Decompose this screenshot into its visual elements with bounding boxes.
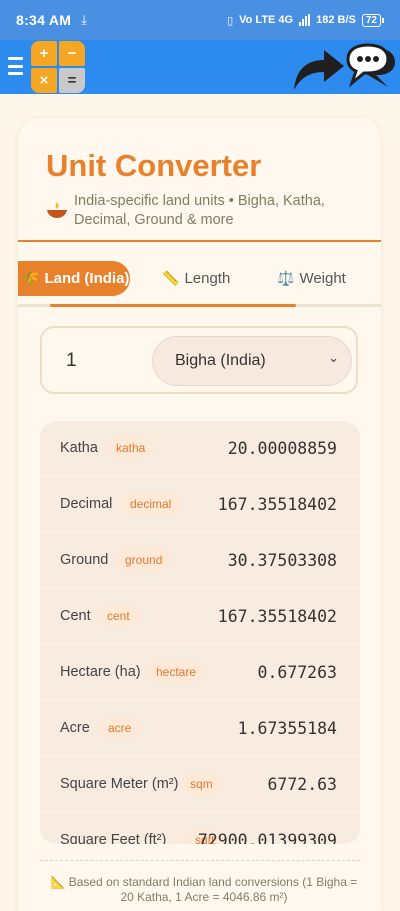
speed-label: 182 B/S	[316, 14, 356, 26]
vibrate-icon: ▯	[227, 14, 234, 27]
unit-badge: ground	[115, 549, 173, 571]
unit-name: Decimal	[60, 496, 113, 512]
title-divider	[18, 240, 381, 242]
page-title: Unit Converter	[46, 148, 262, 183]
menu-icon[interactable]	[8, 57, 23, 75]
status-bar: 8:34 AM ⤓ ▯ Vo LTE 4G 182 B/S 72	[0, 0, 400, 40]
tab-scroll-indicator	[18, 304, 381, 307]
battery-level: 72	[361, 13, 381, 27]
network-label: Vo LTE 4G	[239, 14, 294, 26]
unit-badge: katha	[106, 437, 156, 459]
triangle-ruler-icon: 📐	[50, 875, 66, 889]
unit-value: 0.677263	[257, 662, 337, 682]
unit-badge: acre	[98, 717, 142, 739]
status-indicators: ▯ Vo LTE 4G 182 B/S 72	[227, 13, 384, 27]
status-time: 8:34 AM	[16, 12, 72, 28]
app-bar: + − × =	[0, 40, 400, 94]
unit-value: 6772.63	[267, 774, 337, 794]
unit-name: Acre	[60, 720, 90, 736]
unit-name: Square Feet (ft²)	[60, 832, 167, 844]
tab-land[interactable]: 🌾 Land (India)	[18, 261, 130, 296]
signal-icon	[299, 14, 311, 26]
logo-times: ×	[31, 68, 57, 93]
scale-icon: ⚖️	[277, 270, 295, 286]
tab-land-label: Land (India)	[44, 270, 130, 287]
share-icon[interactable]	[290, 44, 346, 92]
unit-value: 1.67355184	[237, 718, 337, 738]
ruler-icon: 📏	[162, 270, 180, 286]
conversion-input-group: 1 Bigha (India) ⌄	[40, 326, 358, 394]
chevron-down-icon: ⌄	[328, 350, 339, 365]
download-icon: ⤓	[81, 12, 88, 27]
calculator-logo: + − × =	[31, 41, 85, 93]
footnote: 📐 Based on standard Indian land conversio…	[44, 875, 364, 905]
result-row: Katha katha 20.00008859	[40, 421, 360, 476]
footer-divider	[40, 860, 360, 861]
logo-minus: −	[59, 41, 85, 66]
unit-value: 167.35518402	[217, 494, 337, 514]
unit-value: 20.00008859	[227, 438, 337, 458]
result-row: Acre acre 1.67355184	[40, 701, 360, 756]
converter-card: Unit Converter India-specific land units…	[18, 118, 381, 911]
logo-equals: =	[59, 68, 85, 93]
result-row: Decimal decimal 167.35518402	[40, 477, 360, 532]
tab-weight-label: Weight	[299, 270, 346, 287]
unit-badge: cent	[97, 605, 140, 627]
unit-badge: decimal	[120, 493, 182, 515]
unit-name: Cent	[60, 608, 91, 624]
page-subtitle: India-specific land units • Bigha, Katha…	[74, 193, 325, 228]
footnote-text: Based on standard Indian land conversion…	[68, 875, 358, 904]
logo-plus: +	[31, 41, 57, 66]
result-row: Hectare (ha) hectare 0.677263	[40, 645, 360, 700]
amount-input[interactable]: 1	[66, 350, 77, 372]
unit-badge: hectare	[146, 661, 207, 683]
unit-value: 167.35518402	[217, 606, 337, 626]
diya-icon	[47, 202, 67, 218]
category-tabs: 🌾 Land (India) 📏 Length ⚖️ Weight	[18, 258, 381, 298]
unit-value: 72900.01399309	[197, 830, 337, 845]
wheat-icon: 🌾	[22, 270, 40, 286]
result-row: Ground ground 30.37503308	[40, 533, 360, 588]
tab-weight[interactable]: ⚖️ Weight	[277, 261, 346, 296]
unit-name: Square Meter (m²)	[60, 776, 179, 792]
battery-icon: 72	[361, 13, 384, 27]
tab-length-label: Length	[184, 270, 231, 287]
result-row: Cent cent 167.35518402	[40, 589, 360, 644]
unit-name: Katha	[60, 440, 98, 456]
unit-select-value: Bigha (India)	[175, 352, 266, 369]
result-row: Square Feet (ft²) sqft 72900.01399309	[40, 813, 360, 844]
unit-name: Hectare (ha)	[60, 664, 141, 680]
unit-badge: sqm	[180, 773, 223, 795]
tab-length[interactable]: 📏 Length	[162, 261, 230, 296]
result-row: Square Meter (m²) sqm 6772.63	[40, 757, 360, 812]
unit-select[interactable]: Bigha (India) ⌄	[152, 336, 352, 386]
unit-value: 30.37503308	[227, 550, 337, 570]
chat-icon[interactable]	[344, 43, 398, 91]
unit-name: Ground	[60, 552, 109, 568]
results-list[interactable]: Katha katha 20.00008859 Decimal decimal …	[40, 421, 360, 844]
